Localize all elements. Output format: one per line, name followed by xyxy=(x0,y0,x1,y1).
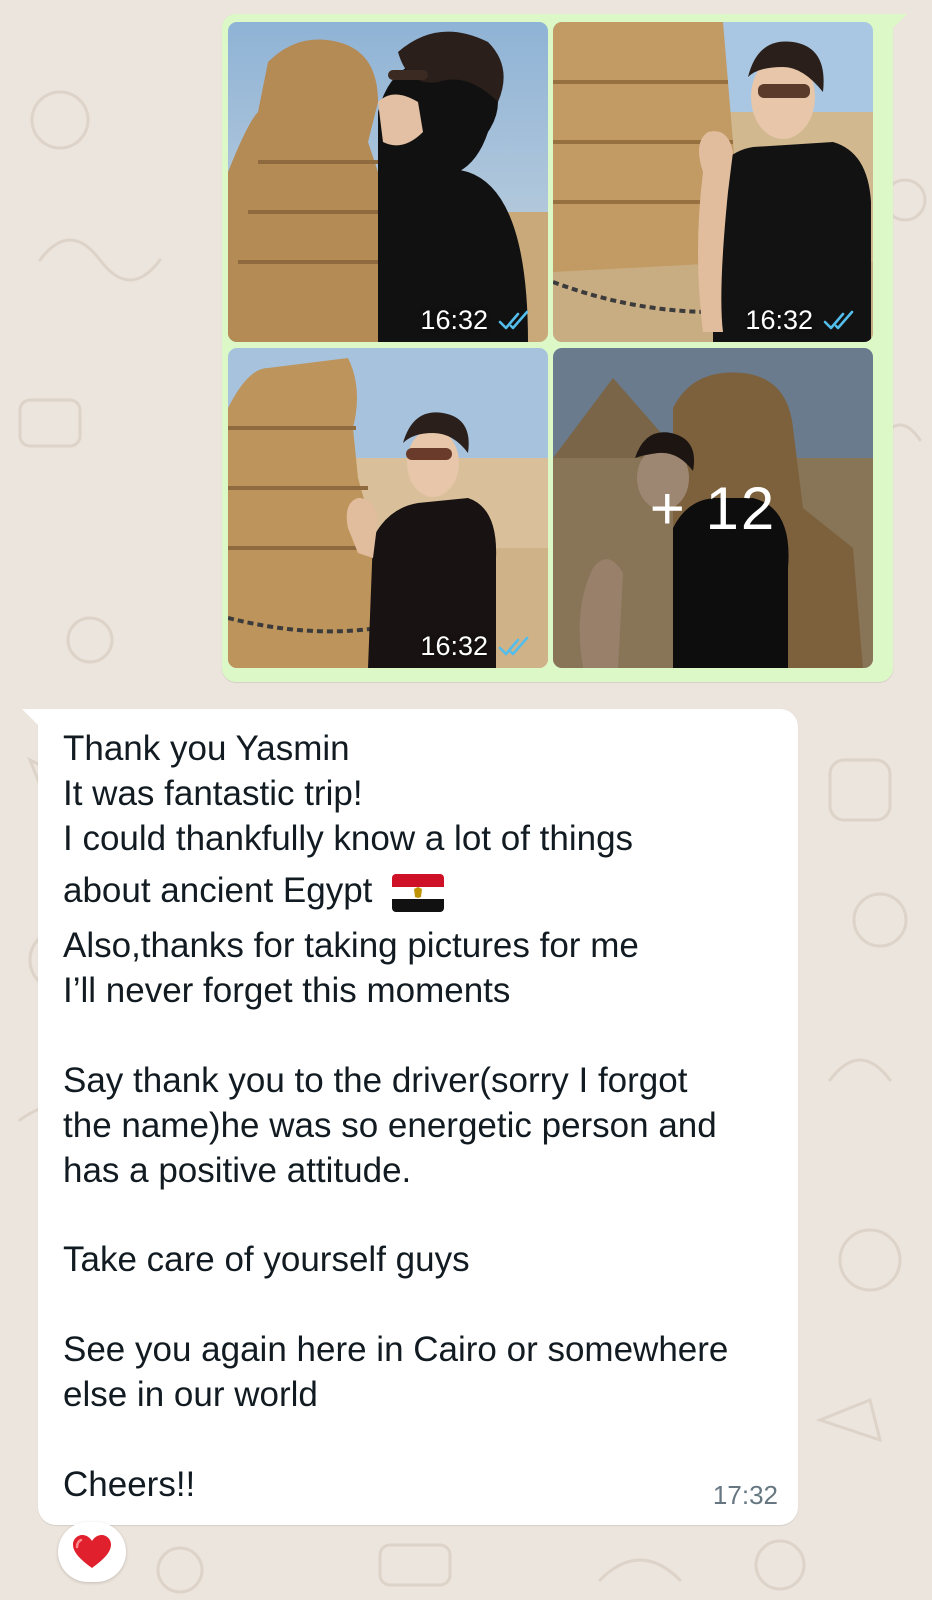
sphinx-photo-thumbnail xyxy=(228,348,548,668)
incoming-message-bubble[interactable]: Thank you Yasmin It was fantastic trip! … xyxy=(22,709,798,1525)
message-line: else in our world xyxy=(63,1375,318,1414)
message-line: Take care of yourself guys xyxy=(63,1240,470,1279)
message-line: Say thank you to the driver(sorry I forg… xyxy=(63,1061,688,1100)
message-line: It was fantastic trip! xyxy=(63,774,363,813)
message-line: Cheers!! xyxy=(63,1465,196,1504)
photo-time: 16:32 xyxy=(420,305,488,335)
message-line: Also,thanks for taking pictures for me xyxy=(63,926,639,965)
message-reaction[interactable] xyxy=(58,1522,126,1582)
album-photo[interactable]: 16:32 xyxy=(553,22,873,342)
message-line: I could thankfully know a lot of things xyxy=(63,819,634,858)
photo-time: 16:32 xyxy=(745,305,813,335)
album-photo[interactable]: 16:32 xyxy=(228,348,548,668)
photo-timestamp: 16:32 xyxy=(420,631,534,662)
bubble-tail xyxy=(891,14,907,30)
bubble-tail xyxy=(22,709,40,727)
read-double-check-icon xyxy=(823,310,854,329)
more-photos-count: + 12 xyxy=(553,348,873,668)
message-line: the name)he was so energetic person and xyxy=(63,1106,717,1145)
message-line: I’ll never forget this moments xyxy=(63,971,511,1010)
message-line-with-emoji: about ancient Egypt xyxy=(63,871,445,912)
photo-time: 16:32 xyxy=(420,631,488,661)
sphinx-photo-thumbnail xyxy=(553,22,873,342)
message-line: See you again here in Cairo or somewhere xyxy=(63,1330,729,1369)
sphinx-photo-thumbnail xyxy=(228,22,548,342)
photo-timestamp: 16:32 xyxy=(420,305,534,336)
message-line: has a positive attitude. xyxy=(63,1151,412,1190)
album-more-photos[interactable]: + 12 xyxy=(553,348,873,668)
album-photo[interactable]: 16:32 xyxy=(228,22,548,342)
message-line: about ancient Egypt xyxy=(63,871,373,910)
outgoing-photo-album-bubble[interactable]: 16:32 16:32 16:32 + 12 xyxy=(222,14,907,682)
photo-timestamp: 16:32 xyxy=(745,305,859,336)
message-timestamp: 17:32 xyxy=(712,1480,778,1510)
red-heart-icon xyxy=(73,1535,111,1568)
read-double-check-icon xyxy=(498,310,529,329)
read-double-check-icon xyxy=(498,636,529,655)
egypt-flag-emoji xyxy=(392,873,445,912)
message-line: Thank you Yasmin xyxy=(63,729,350,768)
